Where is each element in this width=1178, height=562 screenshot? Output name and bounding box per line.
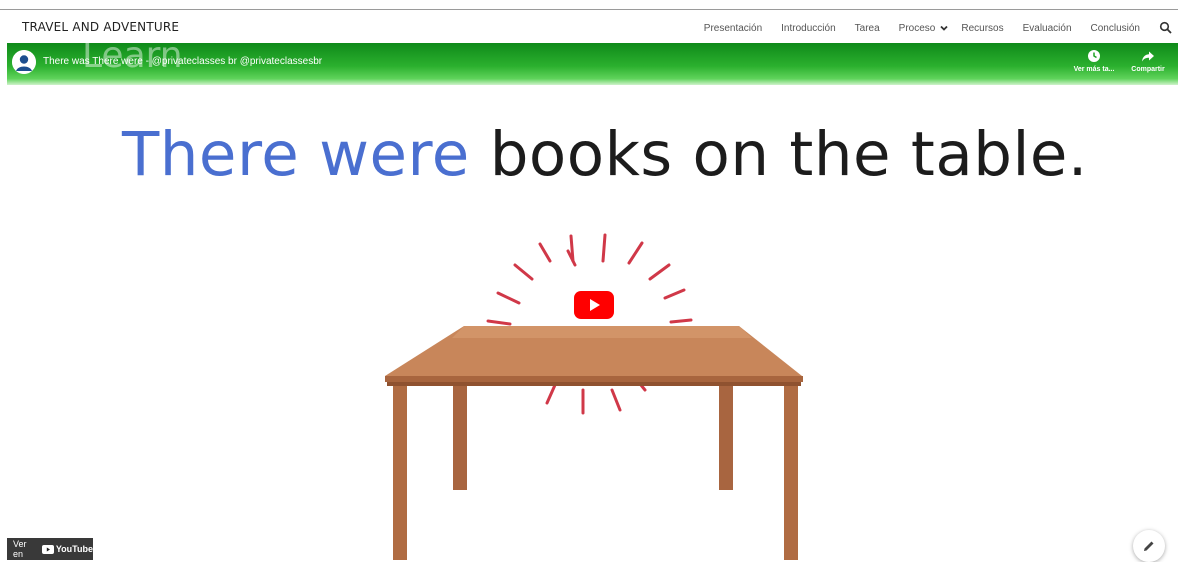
chevron-down-icon[interactable] — [939, 23, 949, 33]
avatar-icon[interactable] — [12, 50, 36, 74]
play-button[interactable] — [574, 291, 614, 319]
site-nav: Presentación Introducción Tarea Proceso … — [704, 21, 1178, 35]
nav-item-evaluacion[interactable]: Evaluación — [1023, 23, 1072, 34]
edit-button[interactable] — [1133, 530, 1165, 562]
nav-item-tarea[interactable]: Tarea — [855, 23, 880, 34]
youtube-logo-icon — [41, 544, 54, 554]
search-icon[interactable] — [1159, 21, 1173, 35]
nav-item-recursos[interactable]: Recursos — [961, 23, 1003, 34]
nav-item-conclusion[interactable]: Conclusión — [1091, 23, 1140, 34]
site-header: TRAVEL AND ADVENTURE Presentación Introd… — [0, 10, 1178, 43]
play-icon — [590, 299, 600, 311]
video-title[interactable]: There was There were - @privateclasses b… — [43, 56, 322, 67]
video-title-bar: Learn There was There were - @privatecla… — [7, 43, 1178, 85]
share-icon — [1142, 51, 1154, 62]
burst-lines — [486, 233, 693, 415]
pencil-icon — [1144, 541, 1154, 551]
site-title[interactable]: TRAVEL AND ADVENTURE — [22, 20, 179, 34]
watch-later-button[interactable]: Ver más ta... — [1067, 49, 1121, 73]
share-button[interactable]: Compartir — [1121, 49, 1175, 73]
table-shape — [385, 326, 803, 560]
video-player[interactable]: There were books on the table. Learn The… — [7, 43, 1178, 560]
nav-item-proceso[interactable]: Proceso — [899, 23, 936, 34]
watch-on-prefix: Ver en — [13, 539, 27, 559]
watch-later-label: Ver más ta... — [1073, 66, 1115, 73]
share-label: Compartir — [1131, 66, 1165, 73]
nav-item-introduccion[interactable]: Introducción — [781, 23, 835, 34]
nav-item-presentacion[interactable]: Presentación — [704, 23, 762, 34]
watch-on-youtube-button[interactable]: Ver en YouTube — [7, 538, 93, 560]
clock-icon — [1088, 50, 1100, 62]
youtube-brand: YouTube — [55, 544, 93, 554]
youtube-logo: YouTube — [41, 544, 93, 554]
